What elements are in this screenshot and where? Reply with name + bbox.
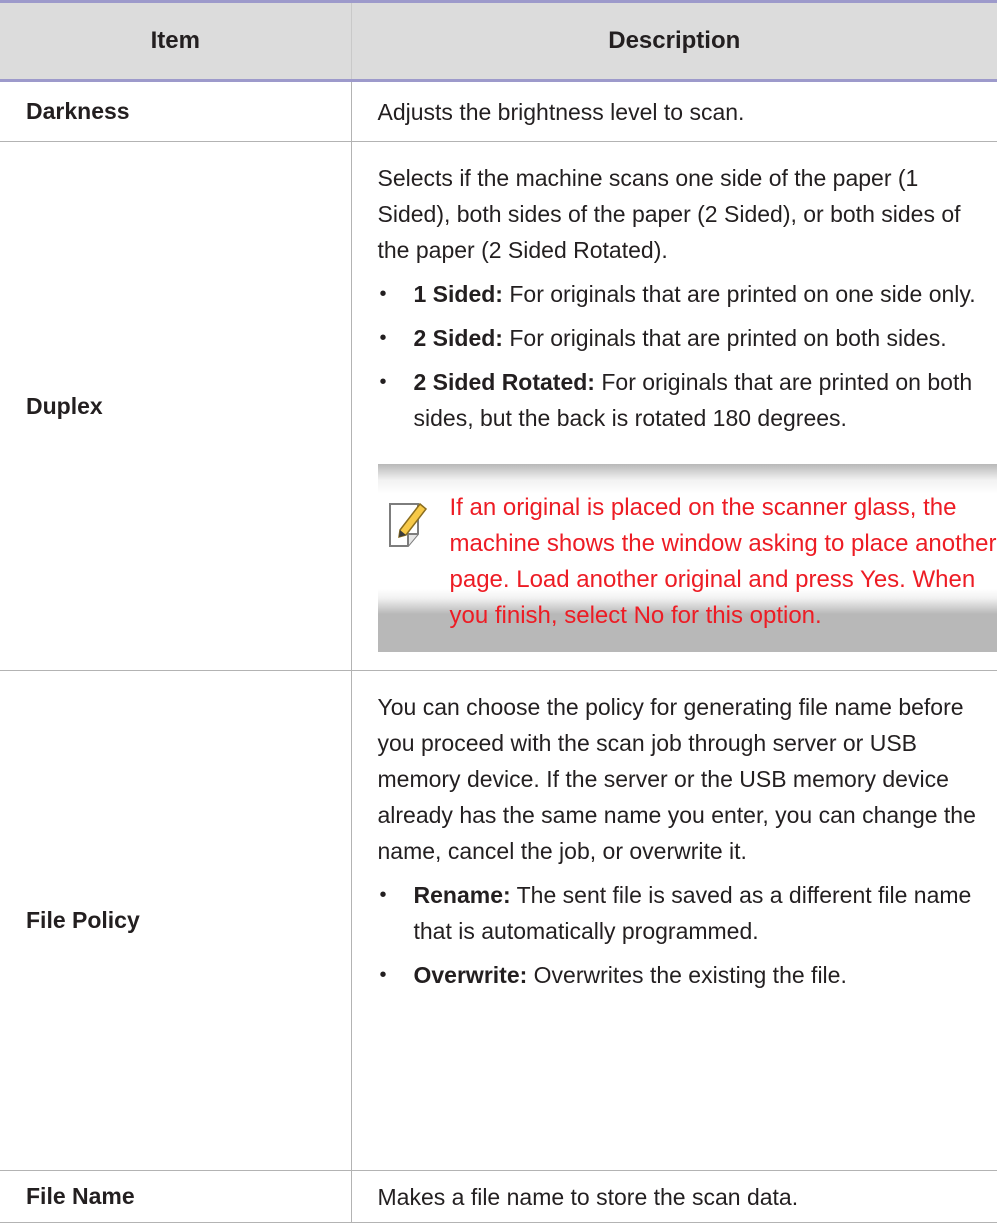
options-table: Item Description Darkness Adjusts the br… — [0, 3, 997, 1223]
bullet-icon: • — [379, 327, 387, 349]
table-header-row: Item Description — [0, 3, 997, 82]
description-darkness: Adjusts the brightness level to scan. — [351, 80, 997, 142]
duplex-intro: Selects if the machine scans one side of… — [377, 165, 961, 263]
file-policy-intro: You can choose the policy for generating… — [377, 694, 976, 864]
bullet-icon: • — [379, 884, 387, 906]
list-item: • Rename: The sent file is saved as a dif… — [378, 877, 978, 949]
list-item: • 2 Sided Rotated: For originals that are… — [378, 364, 978, 436]
table-row-file-name: File Name Makes a file name to store the… — [0, 1170, 997, 1223]
duplex-options-list: • 1 Sided: For originals that are printed… — [378, 276, 978, 436]
item-darkness: Darkness — [0, 80, 352, 142]
item-file-name: File Name — [0, 1170, 352, 1223]
file-policy-options-list: • Rename: The sent file is saved as a dif… — [378, 877, 978, 993]
bullet-icon: • — [379, 283, 387, 305]
item-duplex: Duplex — [0, 141, 352, 671]
option-text: For originals that are printed on one si… — [502, 281, 976, 307]
item-file-policy: File Policy — [0, 670, 352, 1171]
option-term: Rename: — [413, 882, 511, 908]
option-text: For originals that are printed on both s… — [502, 325, 947, 351]
option-term: Overwrite: — [413, 962, 528, 988]
bullet-icon: • — [379, 964, 387, 986]
item-column-header: Item — [0, 3, 352, 82]
option-text: Overwrites the existing the file. — [527, 962, 847, 988]
option-term: 1 Sided: — [413, 281, 503, 307]
note-box: If an original is placed on the scanner … — [377, 464, 997, 652]
list-item: • Overwrite: Overwrites the existing the … — [378, 957, 978, 993]
list-item: • 2 Sided: For originals that are printed… — [378, 320, 978, 356]
note-pencil-icon — [388, 502, 427, 547]
table-row-duplex: Duplex Selects if the machine scans one … — [0, 141, 997, 671]
description-duplex: Selects if the machine scans one side of… — [351, 141, 997, 671]
option-term: 2 Sided: — [413, 325, 503, 351]
description-file-name: Makes a file name to store the scan data… — [351, 1170, 997, 1223]
note-text: If an original is placed on the scanner … — [449, 494, 997, 629]
option-term: 2 Sided Rotated: — [413, 369, 595, 395]
description-file-policy: You can choose the policy for generating… — [351, 670, 997, 1171]
description-column-header: Description — [351, 3, 997, 82]
list-item: • 1 Sided: For originals that are printed… — [378, 276, 978, 312]
table-row-darkness: Darkness Adjusts the brightness level to… — [0, 80, 997, 142]
table-row-file-policy: File Policy You can choose the policy fo… — [0, 670, 997, 1171]
bullet-icon: • — [379, 371, 387, 393]
